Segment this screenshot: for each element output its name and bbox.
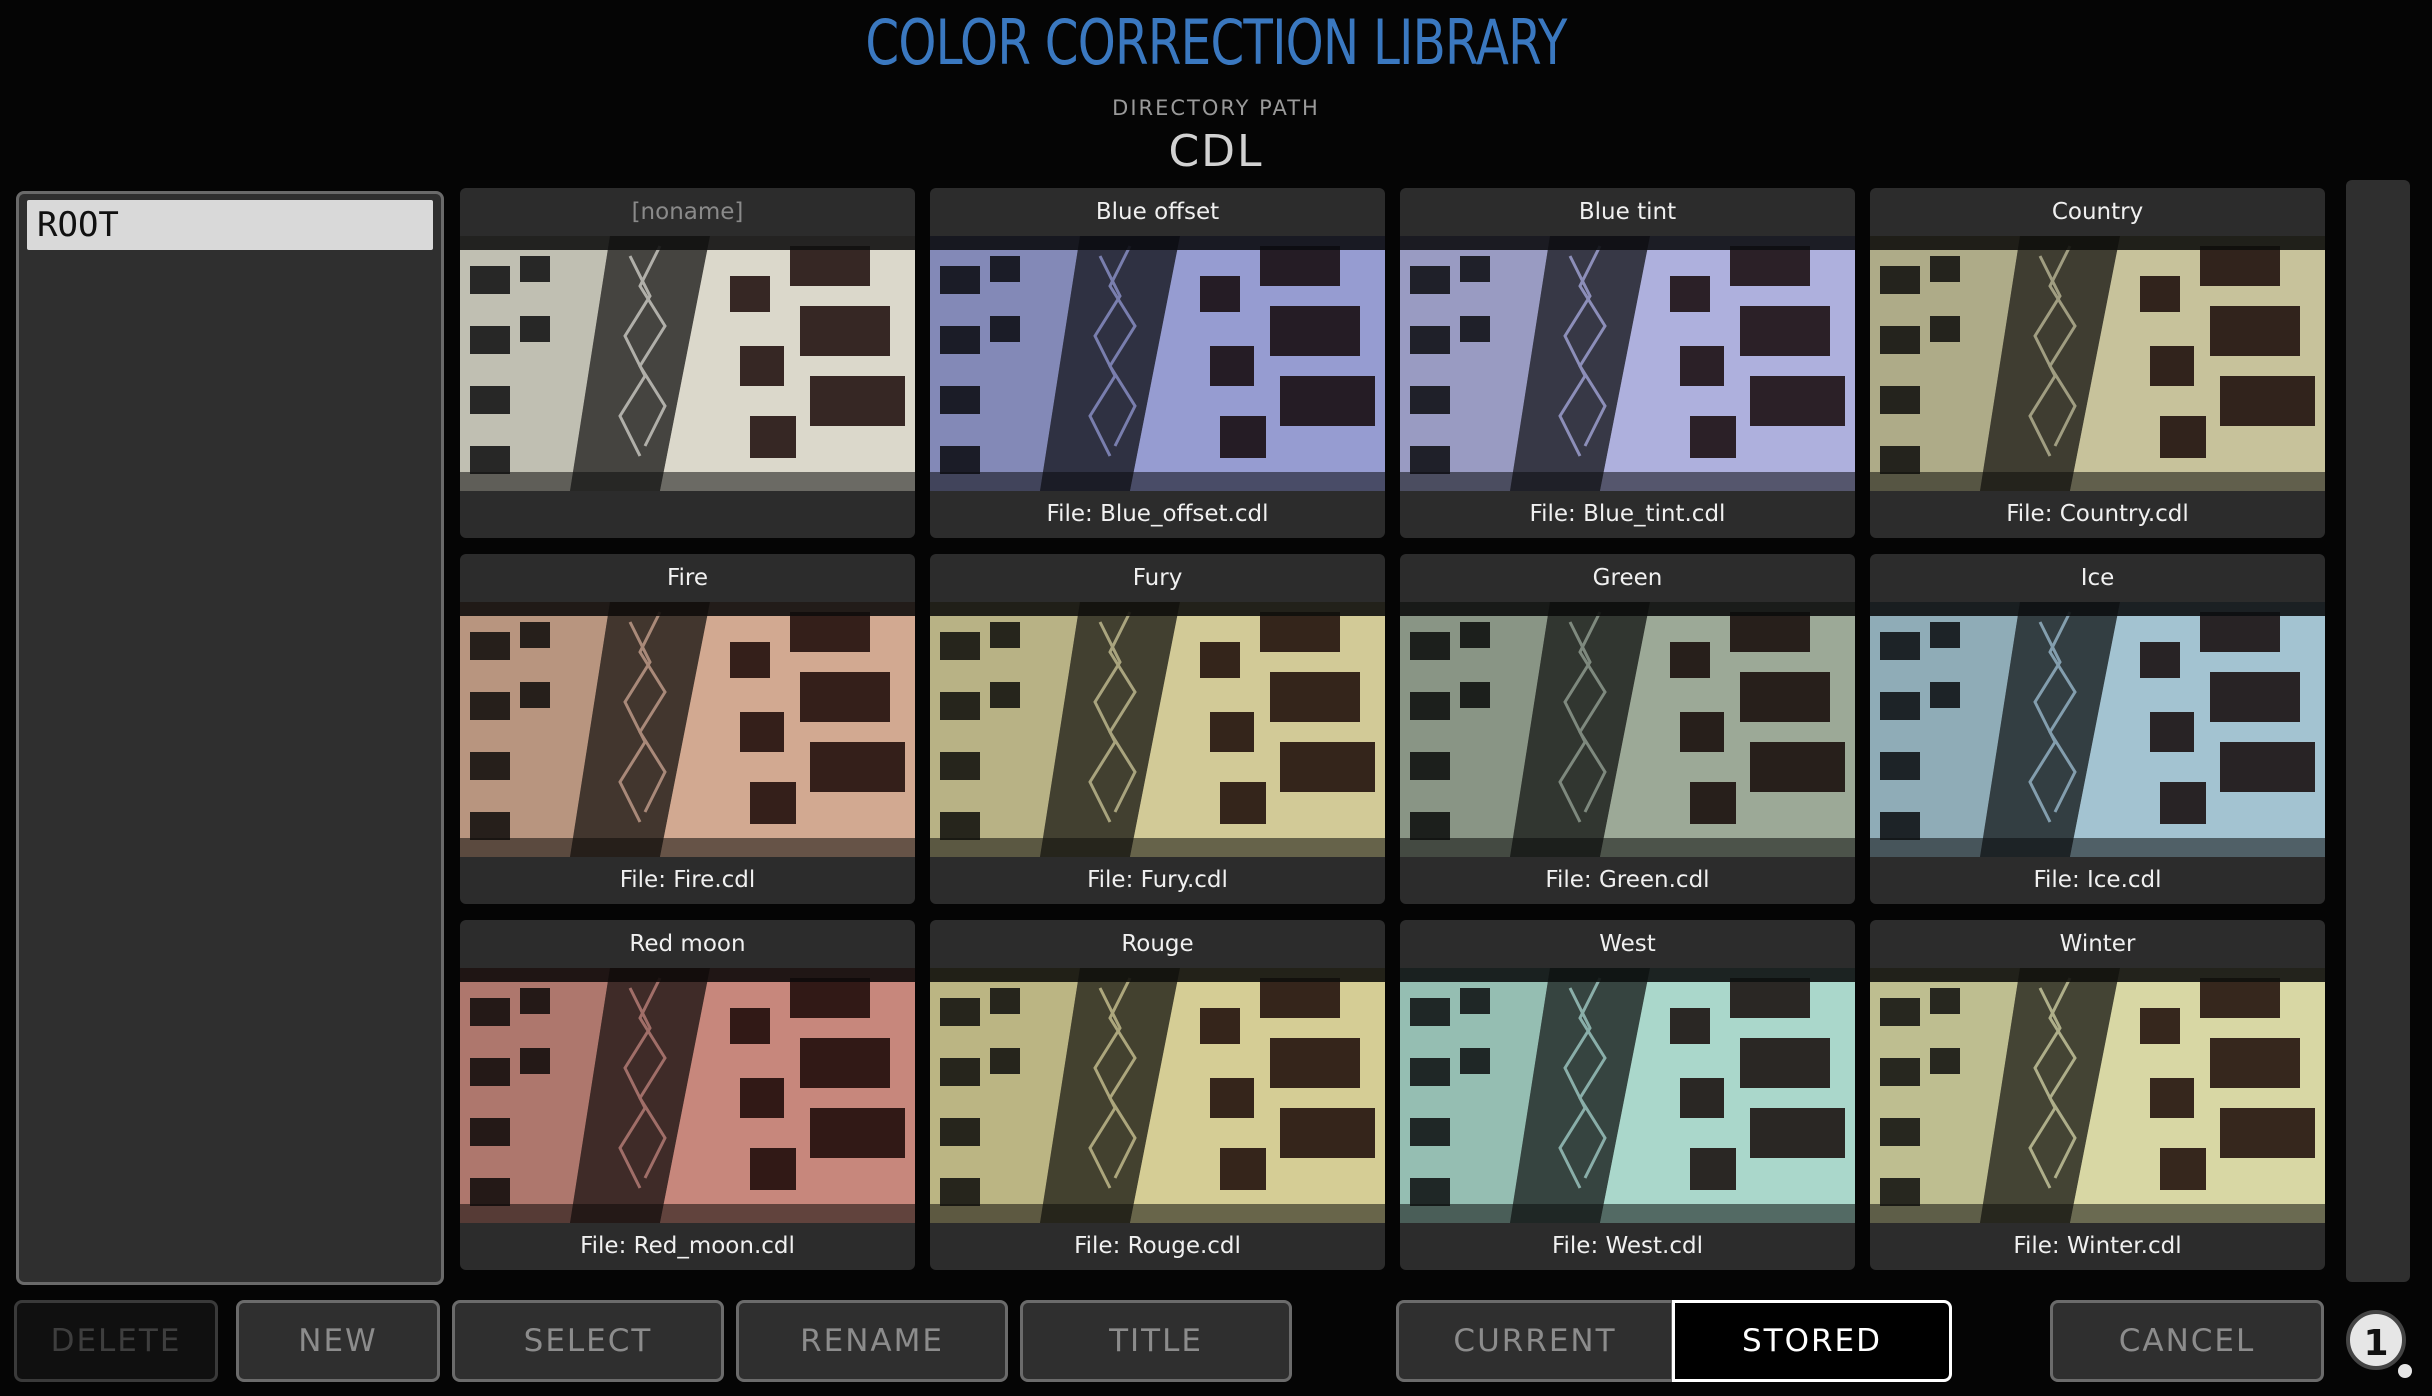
- tile-thumbnail: [930, 236, 1385, 491]
- cdl-tile[interactable]: Ice File: Ice.cdl: [1870, 554, 2325, 904]
- badge-counter[interactable]: 1: [2346, 1310, 2406, 1370]
- cdl-tile[interactable]: Rouge File: Rouge.cdl: [930, 920, 1385, 1270]
- rename-button[interactable]: RENAME: [736, 1300, 1008, 1382]
- tile-title: Red moon: [629, 931, 746, 957]
- delete-button[interactable]: DELETE: [14, 1300, 218, 1382]
- title-button[interactable]: TITLE: [1020, 1300, 1292, 1382]
- tile-thumbnail: [1870, 602, 2325, 857]
- stored-toggle[interactable]: STORED: [1672, 1300, 1952, 1382]
- tile-title: Blue tint: [1578, 199, 1677, 225]
- tile-filename: File: Rouge.cdl: [1074, 1233, 1241, 1259]
- cdl-tile[interactable]: [noname]: [460, 188, 915, 538]
- directory-path-label: DIRECTORY PATH: [1112, 96, 1320, 120]
- tile-filename: File: Blue_offset.cdl: [1046, 501, 1269, 527]
- cdl-tile[interactable]: Fire File: Fire.cdl: [460, 554, 915, 904]
- cdl-tile[interactable]: Winter File: Winter.cdl: [1870, 920, 2325, 1270]
- tile-filename: File: Red_moon.cdl: [580, 1233, 795, 1259]
- cdl-tile[interactable]: Red moon File: Red_moon.cdl: [460, 920, 915, 1270]
- tile-title: [noname]: [631, 199, 744, 225]
- cancel-button[interactable]: CANCEL: [2050, 1300, 2324, 1382]
- tile-title: Ice: [2080, 565, 2115, 591]
- badge-dot-icon: [2398, 1364, 2412, 1378]
- tile-title: Fire: [666, 565, 709, 591]
- tile-title: Country: [2051, 199, 2144, 225]
- tile-filename: File: West.cdl: [1551, 1233, 1704, 1259]
- cdl-tile[interactable]: Fury File: Fury.cdl: [930, 554, 1385, 904]
- cdl-tile[interactable]: Blue offset File: Blue_offset.cdl: [930, 188, 1385, 538]
- grid-scrollbar[interactable]: [2346, 180, 2410, 1282]
- tile-thumbnail: [930, 968, 1385, 1223]
- tile-filename: File: Ice.cdl: [2033, 867, 2162, 893]
- tile-title: Rouge: [1121, 931, 1194, 957]
- tree-item-root[interactable]: ROOT: [27, 200, 433, 250]
- cdl-tile[interactable]: West File: West.cdl: [1400, 920, 1855, 1270]
- cdl-tile[interactable]: Country File: Country.cdl: [1870, 188, 2325, 538]
- tile-filename: [460, 491, 915, 538]
- tile-thumbnail: [1400, 236, 1855, 491]
- page-title: COLOR CORRECTION LIBRARY: [865, 6, 1567, 79]
- tile-thumbnail: [1400, 602, 1855, 857]
- cdl-tile[interactable]: Blue tint File: Blue_tint.cdl: [1400, 188, 1855, 538]
- cdl-tile[interactable]: Green File: Green.cdl: [1400, 554, 1855, 904]
- directory-tree: ROOT: [16, 191, 444, 1285]
- tile-filename: File: Fire.cdl: [619, 867, 756, 893]
- tile-title: Green: [1592, 565, 1663, 591]
- tile-title: Blue offset: [1095, 199, 1220, 225]
- tile-thumbnail: [1400, 968, 1855, 1223]
- directory-path-value: CDL: [1168, 126, 1264, 177]
- tile-thumbnail: [1870, 236, 2325, 491]
- select-button[interactable]: SELECT: [452, 1300, 724, 1382]
- tile-filename: File: Fury.cdl: [1087, 867, 1228, 893]
- tile-thumbnail: [1870, 968, 2325, 1223]
- current-toggle[interactable]: CURRENT: [1396, 1300, 1674, 1382]
- new-button[interactable]: NEW: [236, 1300, 440, 1382]
- tile-thumbnail: [460, 602, 915, 857]
- tile-thumbnail: [460, 236, 915, 491]
- tile-thumbnail: [460, 968, 915, 1223]
- tile-filename: File: Country.cdl: [2006, 501, 2189, 527]
- tile-filename: File: Blue_tint.cdl: [1529, 501, 1726, 527]
- tile-title: West: [1599, 931, 1656, 957]
- tile-filename: File: Winter.cdl: [2013, 1233, 2182, 1259]
- tile-title: Winter: [2059, 931, 2136, 957]
- tile-thumbnail: [930, 602, 1385, 857]
- tile-filename: File: Green.cdl: [1545, 867, 1710, 893]
- tile-title: Fury: [1132, 565, 1183, 591]
